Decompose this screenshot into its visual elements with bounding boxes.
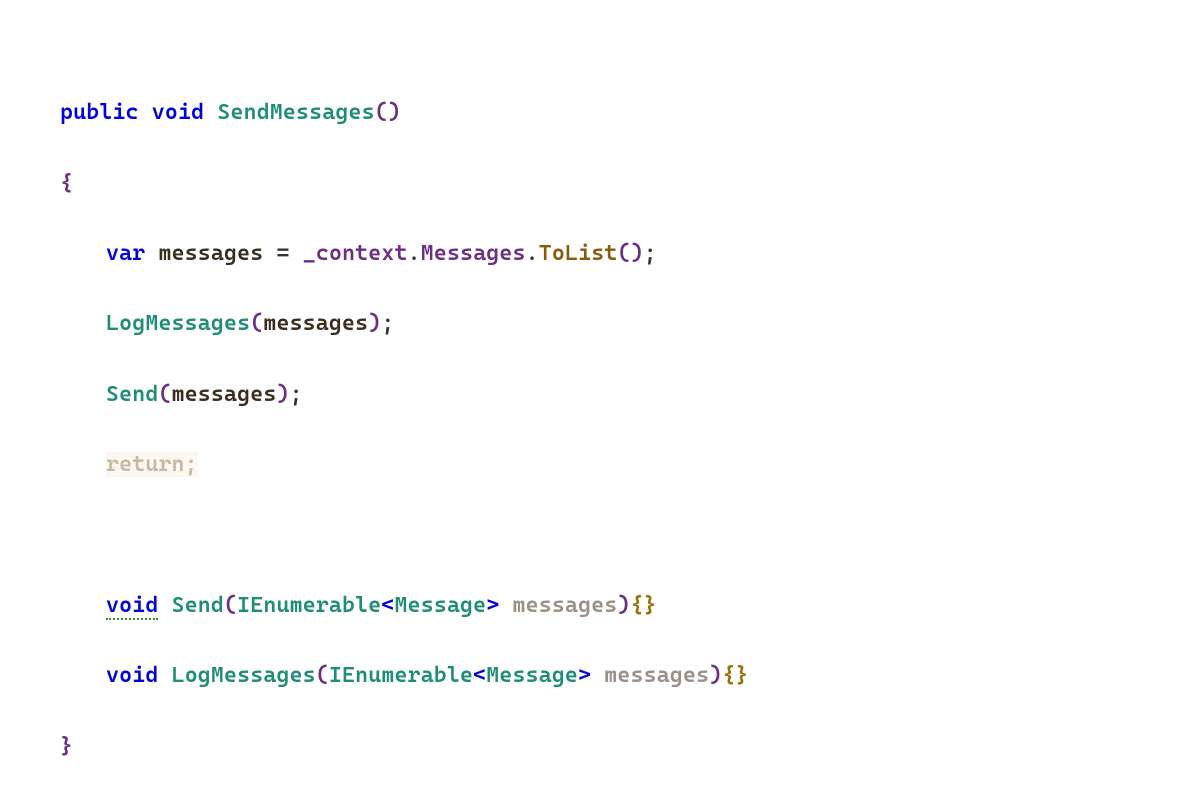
- method-name: SendMessages: [217, 100, 374, 125]
- keyword-void-hint: void: [106, 593, 158, 620]
- open-paren: (: [158, 382, 171, 407]
- generic-type: Message: [486, 663, 578, 688]
- gt-icon: >: [578, 663, 591, 688]
- keyword-var: var: [106, 241, 145, 266]
- method-call: LogMessages: [106, 311, 250, 336]
- open-paren: (: [316, 663, 329, 688]
- lt-icon: <: [381, 593, 394, 618]
- code-line-blank: [60, 517, 1200, 552]
- gt-icon: >: [486, 593, 499, 618]
- equals-op: =: [276, 241, 289, 266]
- open-paren: (: [250, 311, 263, 336]
- close-brace: }: [735, 663, 748, 688]
- param-type: IEnumerable: [237, 593, 381, 618]
- keyword-void: void: [152, 100, 204, 125]
- close-paren: ): [368, 311, 381, 336]
- open-paren: (: [224, 593, 237, 618]
- keyword-return-dim: return: [106, 452, 185, 477]
- code-line: }: [60, 729, 1200, 764]
- semicolon: ;: [290, 382, 303, 407]
- semicolon: ;: [381, 311, 394, 336]
- generic-type: Message: [395, 593, 487, 618]
- param-name: messages: [604, 663, 709, 688]
- code-line-unreachable: return;: [60, 447, 1200, 482]
- close-paren: ): [617, 593, 630, 618]
- code-line: Send(messages);: [60, 377, 1200, 412]
- variable-name: messages: [158, 241, 263, 266]
- dot: .: [526, 241, 539, 266]
- method-call: Send: [106, 382, 158, 407]
- dot: .: [408, 241, 421, 266]
- argument: messages: [263, 311, 368, 336]
- keyword-public: public: [60, 100, 139, 125]
- param-name: messages: [513, 593, 618, 618]
- lt-icon: <: [473, 663, 486, 688]
- method-call: ToList: [539, 241, 618, 266]
- code-line: void Send(IEnumerable<Message> messages)…: [60, 588, 1200, 623]
- semicolon: ;: [644, 241, 657, 266]
- field-ref: _context: [303, 241, 408, 266]
- open-brace: {: [60, 171, 73, 196]
- close-paren: ): [388, 100, 401, 125]
- code-line: public void SendMessages(): [60, 95, 1200, 130]
- property-ref: Messages: [421, 241, 526, 266]
- local-fn-name: LogMessages: [172, 663, 316, 688]
- close-paren: ): [709, 663, 722, 688]
- keyword-void: void: [106, 663, 158, 688]
- close-brace: }: [60, 734, 73, 759]
- local-fn-name: Send: [172, 593, 224, 618]
- open-paren: (: [617, 241, 630, 266]
- close-paren: ): [631, 241, 644, 266]
- open-brace: {: [722, 663, 735, 688]
- code-line: void LogMessages(IEnumerable<Message> me…: [60, 658, 1200, 693]
- open-brace: {: [631, 593, 644, 618]
- code-line: var messages = _context.Messages.ToList(…: [60, 236, 1200, 271]
- param-type: IEnumerable: [329, 663, 473, 688]
- semicolon-dim: ;: [185, 452, 198, 477]
- close-brace: }: [644, 593, 657, 618]
- code-editor[interactable]: public void SendMessages() { var message…: [0, 0, 1200, 799]
- argument: messages: [172, 382, 277, 407]
- code-line: {: [60, 166, 1200, 201]
- open-paren: (: [375, 100, 388, 125]
- code-line: LogMessages(messages);: [60, 306, 1200, 341]
- close-paren: ): [276, 382, 289, 407]
